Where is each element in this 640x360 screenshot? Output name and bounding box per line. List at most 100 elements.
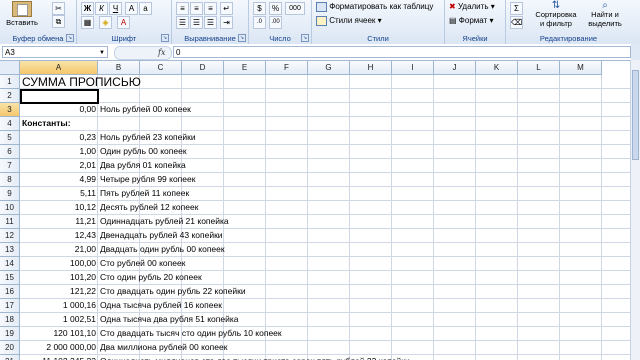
row-cells[interactable]: 1,00 Один рубль 00 копеек	[20, 145, 631, 159]
indent-icon[interactable]: ⇥	[220, 16, 233, 29]
amount-cell[interactable]: 2 000 000,00	[20, 341, 98, 354]
font-color-button[interactable]: А	[117, 16, 130, 29]
insert-function-button[interactable]: fx	[158, 47, 165, 59]
chevron-down-icon[interactable]: ▼	[99, 47, 105, 59]
row-header[interactable]: 18	[0, 313, 20, 327]
italic-button[interactable]: К	[95, 2, 108, 15]
row-cells[interactable]: СУММА ПРОПИСЬЮ	[20, 75, 631, 89]
amount-cell[interactable]: 21,00	[20, 243, 98, 256]
amount-cell[interactable]: 5,11	[20, 187, 98, 200]
column-header-j[interactable]: J	[434, 61, 476, 75]
row-cells[interactable]: 0,00 Ноль рублей 00 копеек	[20, 103, 631, 117]
align-top-icon[interactable]: ≡	[176, 2, 189, 15]
row-cells[interactable]: 1 000,16 Одна тысяча рублей 16 копеек	[20, 299, 631, 313]
column-header-e[interactable]: E	[224, 61, 266, 75]
delete-button[interactable]: ✖ Удалить ▾	[449, 2, 495, 11]
sort-filter-button[interactable]: ⇅ Сортировка и фильтр	[532, 1, 580, 29]
row-cells[interactable]: 21,00 Двадцать один рубль 00 копеек	[20, 243, 631, 257]
amount-cell[interactable]: 0,23	[20, 131, 98, 144]
format-button[interactable]: ▤ Формат ▾	[449, 16, 493, 25]
align-middle-icon[interactable]: ≡	[190, 2, 203, 15]
increase-decimal-icon[interactable]: .0	[253, 16, 266, 29]
amount-cell[interactable]: 1,00	[20, 145, 98, 158]
row-header[interactable]: 3	[0, 103, 20, 117]
bold-button[interactable]: Ж	[81, 2, 94, 15]
column-header-d[interactable]: D	[182, 61, 224, 75]
amount-cell[interactable]: 1 002,51	[20, 313, 98, 326]
amount-in-words-cell[interactable]: Двадцать один рубль 00 копеек	[98, 243, 598, 256]
amount-in-words-cell[interactable]: Одиннадцать рублей 21 копейка	[98, 215, 598, 228]
row-cells[interactable]: 101,20 Сто один рубль 20 копеек	[20, 271, 631, 285]
name-box[interactable]: A3 ▼	[2, 46, 108, 58]
column-header-m[interactable]: M	[560, 61, 602, 75]
row-cells[interactable]	[20, 89, 631, 103]
currency-icon[interactable]: $	[253, 2, 266, 15]
amount-in-words-cell[interactable]: Пять рублей 11 копеек	[98, 187, 598, 200]
row-header[interactable]: 8	[0, 173, 20, 187]
row-cells[interactable]: 2,01 Два рубля 01 копейка	[20, 159, 631, 173]
row-cells[interactable]: 100,00 Сто рублей 00 копеек	[20, 257, 631, 271]
decrease-decimal-icon[interactable]: .00	[269, 16, 282, 29]
row-header[interactable]: 10	[0, 201, 20, 215]
column-header-a[interactable]: A	[20, 61, 98, 75]
formula-input[interactable]: 0	[173, 46, 631, 58]
amount-cell[interactable]: 4,99	[20, 173, 98, 186]
cut-icon[interactable]: ✂	[52, 2, 65, 15]
amount-in-words-cell[interactable]: Один рубль 00 копеек	[98, 145, 598, 158]
amount-cell[interactable]: 11 102 345,23	[20, 355, 98, 360]
find-select-button[interactable]: ⌕ Найти и выделить	[584, 1, 626, 29]
row-header[interactable]: 7	[0, 159, 20, 173]
row-cells[interactable]: 0,23 Ноль рублей 23 копейки	[20, 131, 631, 145]
amount-in-words-cell[interactable]: Сто один рубль 20 копеек	[98, 271, 598, 284]
amount-cell[interactable]: 1 000,16	[20, 299, 98, 312]
align-right-icon[interactable]: ☰	[204, 16, 217, 29]
worksheet-grid[interactable]: ABCDEFGHIJKLM 1 СУММА ПРОПИСЬЮ 2 3 0,00 Ноль …	[0, 61, 631, 360]
borders-icon[interactable]: ▦	[81, 16, 94, 29]
row-header[interactable]: 16	[0, 285, 20, 299]
wrap-text-icon[interactable]: ↵	[220, 2, 233, 15]
amount-in-words-cell[interactable]: Два миллиона рублей 00 копеек	[98, 341, 598, 354]
amount-in-words-cell[interactable]: Четыре рубля 99 копеек	[98, 173, 598, 186]
column-header-f[interactable]: F	[266, 61, 308, 75]
row-header[interactable]: 17	[0, 299, 20, 313]
clipboard-launcher-icon[interactable]: ↘	[66, 34, 74, 42]
row-header[interactable]: 6	[0, 145, 20, 159]
row-header[interactable]: 9	[0, 187, 20, 201]
row-cells[interactable]: 121,22 Сто двадцать один рубль 22 копейки	[20, 285, 631, 299]
column-header-l[interactable]: L	[518, 61, 560, 75]
column-header-i[interactable]: I	[392, 61, 434, 75]
grow-font-icon[interactable]: A	[125, 2, 138, 15]
row-cells[interactable]: 4,99 Четыре рубля 99 копеек	[20, 173, 631, 187]
row-header[interactable]: 19	[0, 327, 20, 341]
amount-cell[interactable]: 101,20	[20, 271, 98, 284]
row-header[interactable]: 21	[0, 355, 20, 360]
amount-cell[interactable]: 12,43	[20, 229, 98, 242]
amount-cell[interactable]: 100,00	[20, 257, 98, 270]
amount-in-words-cell[interactable]: Одна тысяча рублей 16 копеек	[98, 299, 598, 312]
amount-in-words-cell[interactable]: Два рубля 01 копейка	[98, 159, 598, 172]
font-launcher-icon[interactable]: ↘	[161, 34, 169, 42]
alignment-launcher-icon[interactable]: ↘	[238, 34, 246, 42]
amount-cell[interactable]: 10,12	[20, 201, 98, 214]
row-header[interactable]: 13	[0, 243, 20, 257]
shrink-font-icon[interactable]: a	[139, 2, 152, 15]
amount-in-words-cell[interactable]: Десять рублей 12 копеек	[98, 201, 598, 214]
thousands-button[interactable]: 000	[285, 2, 305, 15]
row-header[interactable]: 20	[0, 341, 20, 355]
sheet-title[interactable]: СУММА ПРОПИСЬЮ	[22, 75, 141, 89]
row-header[interactable]: 11	[0, 215, 20, 229]
clear-icon[interactable]: ⌫	[510, 16, 523, 29]
amount-cell[interactable]: 120 101,10	[20, 327, 98, 340]
section-label[interactable]: Константы:	[22, 117, 71, 130]
row-cells[interactable]: 1 002,51 Одна тысяча два рубля 51 копейка	[20, 313, 631, 327]
amount-cell[interactable]: 11,21	[20, 215, 98, 228]
align-left-icon[interactable]: ☰	[176, 16, 189, 29]
align-center-icon[interactable]: ☰	[190, 16, 203, 29]
row-cells[interactable]: 10,12 Десять рублей 12 копеек	[20, 201, 631, 215]
amount-in-words-cell[interactable]: Ноль рублей 00 копеек	[98, 103, 598, 116]
align-bottom-icon[interactable]: ≡	[204, 2, 217, 15]
row-header[interactable]: 14	[0, 257, 20, 271]
row-header[interactable]: 2	[0, 89, 20, 103]
percent-button[interactable]: %	[269, 2, 282, 15]
paste-button[interactable]: Вставить	[6, 1, 38, 27]
